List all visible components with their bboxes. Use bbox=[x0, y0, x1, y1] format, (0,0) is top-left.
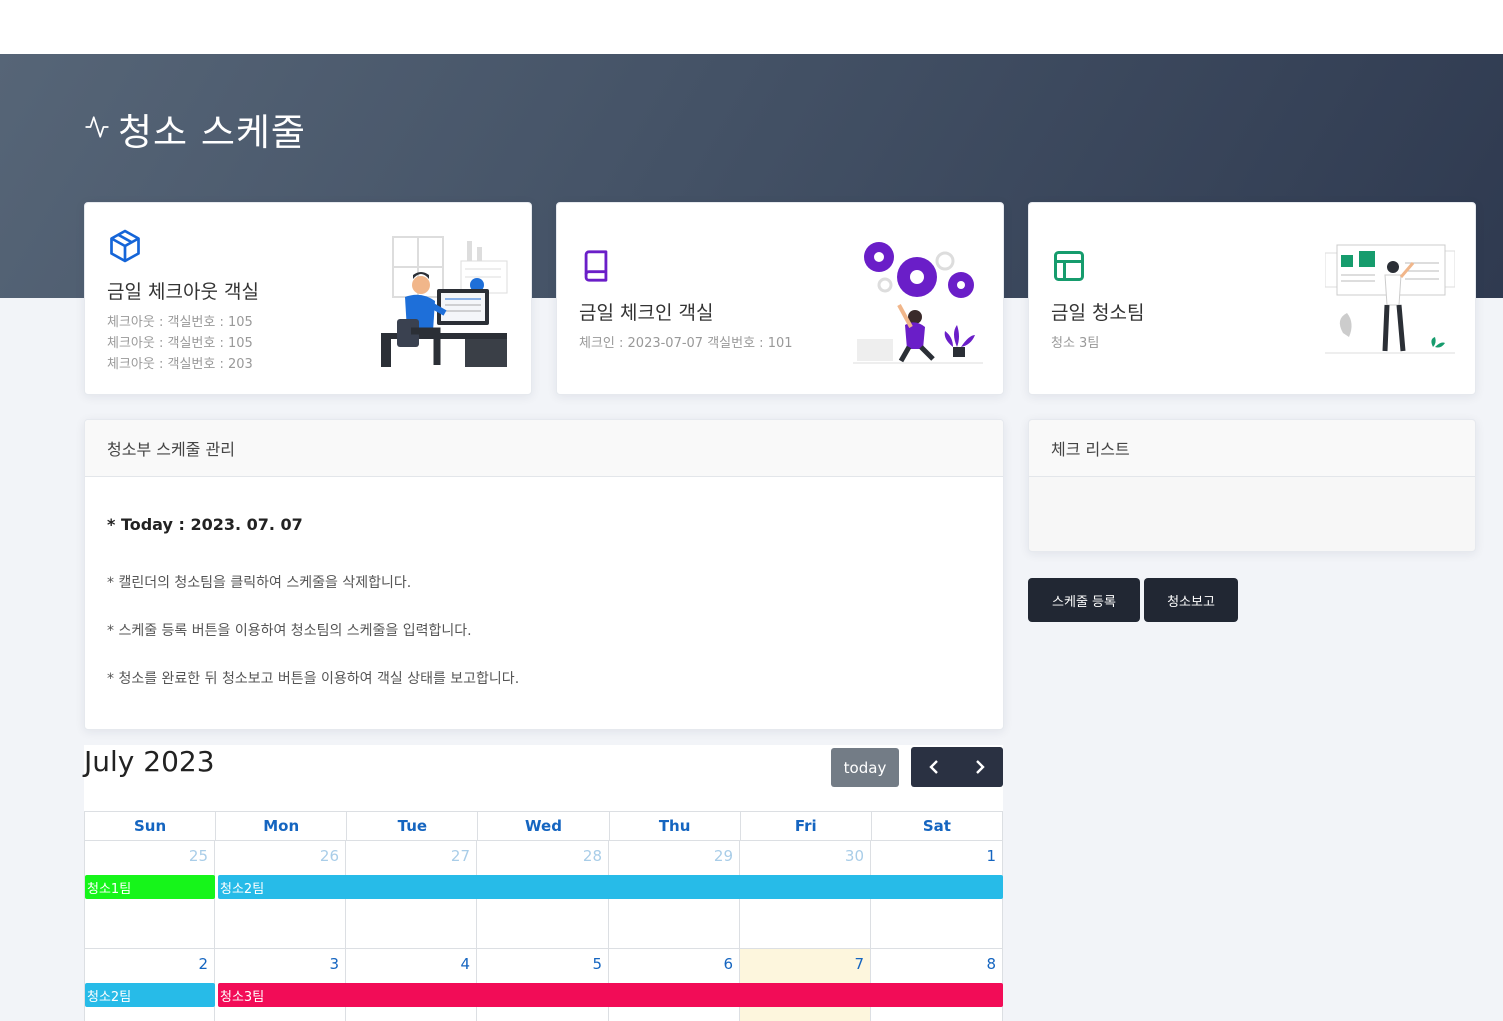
weekday-label: Sat bbox=[870, 811, 1004, 841]
weekday-label: Thu bbox=[608, 811, 741, 841]
instruction-note: * 스케줄 등록 버튼을 이용하여 청소팀의 스케줄을 입력합니다. bbox=[107, 623, 472, 639]
presentation-illustration bbox=[1324, 243, 1456, 359]
card-title: 금일 청소팀 bbox=[1051, 302, 1145, 324]
instruction-note: * 캘린더의 청소팀을 클릭하여 스케줄을 삭제합니다. bbox=[107, 575, 412, 591]
day-number[interactable]: 27 bbox=[451, 847, 470, 865]
checkout-rooms-card: 금일 체크아웃 객실 체크아웃 : 객실번호 : 105 체크아웃 : 객실번호… bbox=[84, 202, 532, 395]
chevron-left-icon bbox=[929, 760, 938, 774]
panel-header: 체크 리스트 bbox=[1029, 420, 1475, 477]
chevron-right-icon bbox=[976, 760, 985, 774]
checklist-panel: 체크 리스트 bbox=[1028, 419, 1476, 552]
day-number[interactable]: 8 bbox=[986, 955, 996, 973]
box-icon bbox=[107, 227, 143, 269]
card-title: 금일 체크아웃 객실 bbox=[107, 281, 259, 303]
day-number[interactable]: 5 bbox=[592, 955, 602, 973]
weekday-label: Tue bbox=[346, 811, 479, 841]
day-number[interactable]: 6 bbox=[723, 955, 733, 973]
register-schedule-button[interactable]: 스케줄 등록 bbox=[1028, 578, 1140, 622]
card-line: 체크아웃 : 객실번호 : 105 bbox=[107, 336, 253, 351]
calendar-title: July 2023 bbox=[84, 745, 215, 778]
day-number[interactable]: 1 bbox=[986, 847, 996, 865]
weekday-label: Mon bbox=[215, 811, 348, 841]
card-line: 체크아웃 : 객실번호 : 203 bbox=[107, 357, 253, 372]
day-number[interactable]: 7 bbox=[854, 955, 864, 973]
layout-icon bbox=[1051, 247, 1087, 289]
calendar-event[interactable]: 청소3팀 bbox=[218, 983, 1003, 1007]
card-line: 체크인 : 2023-07-07 객실번호 : 101 bbox=[579, 336, 793, 351]
activity-icon bbox=[84, 114, 110, 144]
cleaning-team-card: 금일 청소팀 청소 3팀 bbox=[1028, 202, 1476, 395]
calendar-event[interactable]: 청소2팀 bbox=[218, 875, 1003, 899]
calendar-nav bbox=[911, 747, 1003, 787]
calendar-weekday-header: Sun Mon Tue Wed Thu Fri Sat bbox=[83, 811, 1004, 841]
schedule-management-panel: 청소부 스케줄 관리 * Today : 2023. 07. 07 * 캘린더의… bbox=[84, 419, 1004, 730]
day-number[interactable]: 4 bbox=[460, 955, 470, 973]
page-title-text: 청소 스케줄 bbox=[118, 111, 306, 154]
day-number[interactable]: 26 bbox=[320, 847, 339, 865]
prev-month-button[interactable] bbox=[911, 747, 957, 787]
today-date: * Today : 2023. 07. 07 bbox=[107, 515, 303, 534]
card-title: 금일 체크인 객실 bbox=[579, 302, 714, 324]
today-button[interactable]: today bbox=[831, 748, 899, 787]
book-icon bbox=[579, 247, 613, 289]
day-number[interactable]: 2 bbox=[198, 955, 208, 973]
card-line: 체크아웃 : 객실번호 : 105 bbox=[107, 315, 253, 330]
weekday-label: Sun bbox=[83, 811, 217, 841]
panel-header: 청소부 스케줄 관리 bbox=[85, 420, 1003, 477]
instruction-note: * 청소를 완료한 뒤 청소보고 버튼을 이용하여 객실 상태를 보고합니다. bbox=[107, 671, 520, 687]
day-number[interactable]: 25 bbox=[189, 847, 208, 865]
day-number[interactable]: 3 bbox=[329, 955, 339, 973]
card-line: 청소 3팀 bbox=[1051, 336, 1100, 351]
next-month-button[interactable] bbox=[957, 747, 1003, 787]
day-number[interactable]: 29 bbox=[714, 847, 733, 865]
calendar-event[interactable]: 청소2팀 bbox=[85, 983, 215, 1007]
day-number[interactable]: 28 bbox=[583, 847, 602, 865]
page-title: 청소 스케줄 bbox=[84, 102, 306, 156]
calendar-event[interactable]: 청소1팀 bbox=[85, 875, 215, 899]
gears-illustration bbox=[853, 235, 983, 369]
checkin-rooms-card: 금일 체크인 객실 체크인 : 2023-07-07 객실번호 : 101 bbox=[556, 202, 1004, 395]
weekday-label: Fri bbox=[739, 811, 872, 841]
weekday-label: Wed bbox=[477, 811, 610, 841]
day-number[interactable]: 30 bbox=[845, 847, 864, 865]
top-bar bbox=[0, 0, 1503, 54]
cleaning-report-button[interactable]: 청소보고 bbox=[1144, 578, 1238, 622]
office-worker-illustration bbox=[381, 233, 511, 372]
